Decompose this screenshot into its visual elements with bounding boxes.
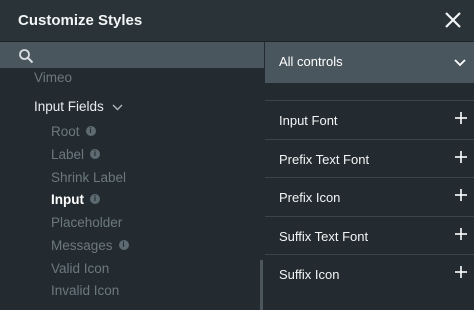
chevron-down-icon xyxy=(454,59,466,67)
info-icon[interactable]: i xyxy=(85,126,96,137)
tree-item-label: Root xyxy=(51,124,80,139)
info-icon[interactable]: i xyxy=(90,194,100,205)
chevron-down-icon xyxy=(112,104,123,111)
search-bar xyxy=(0,42,264,68)
style-row-label: Prefix Text Font xyxy=(279,152,370,167)
tree-item-label: Label xyxy=(51,147,85,162)
tree-item-label: Valid Icon xyxy=(51,261,110,276)
tree-item-valid-icon[interactable]: Valid Icon xyxy=(51,261,109,276)
plus-icon[interactable] xyxy=(454,111,468,125)
close-icon[interactable] xyxy=(442,9,464,31)
plus-icon[interactable] xyxy=(454,150,468,164)
tree-item-input-fields[interactable]: Input Fields xyxy=(34,99,123,114)
style-properties-list: Input Font Prefix Text Font Prefix Icon … xyxy=(265,83,474,310)
plus-icon[interactable] xyxy=(454,227,468,241)
tree-item-root[interactable]: Root i xyxy=(51,124,96,139)
tree-item-placeholder[interactable]: Placeholder xyxy=(51,215,122,230)
style-row-input-font[interactable]: Input Font xyxy=(265,100,474,138)
style-row-label: Input Font xyxy=(279,113,338,128)
search-input[interactable] xyxy=(40,44,259,66)
search-icon xyxy=(19,49,34,64)
info-icon[interactable]: i xyxy=(90,149,101,160)
tree-item-label: Messages xyxy=(51,238,113,253)
style-row-suffix-icon[interactable]: Suffix Icon xyxy=(265,254,474,292)
tree-item-label: Vimeo xyxy=(34,70,73,85)
tree-item-input[interactable]: Input i xyxy=(51,192,100,207)
tree-item-shrink-label[interactable]: Shrink Label xyxy=(51,170,126,185)
dialog-title: Customize Styles xyxy=(18,12,143,29)
style-row-suffix-text-font[interactable]: Suffix Text Font xyxy=(265,216,474,254)
dropdown-selected-value: All controls xyxy=(279,54,343,69)
style-row-label: Suffix Text Font xyxy=(279,229,369,244)
tree-item-label-style[interactable]: Label i xyxy=(51,147,101,162)
tree-item-label: Placeholder xyxy=(51,215,123,230)
tree-item-messages[interactable]: Messages i xyxy=(51,238,129,253)
tree-scrollbar[interactable] xyxy=(260,260,263,310)
dialog-header: Customize Styles xyxy=(0,0,474,42)
style-row-label: Suffix Icon xyxy=(279,267,340,282)
tree-item-label: Shrink Label xyxy=(51,170,127,185)
tree-item-label: Input Fields xyxy=(34,99,104,114)
tree-item-label: Input xyxy=(51,192,84,207)
style-tree: Vimeo Input Fields Root i Label i Shrink L… xyxy=(0,68,264,310)
controls-filter-dropdown[interactable]: All controls xyxy=(265,42,474,83)
style-row-label: Prefix Icon xyxy=(279,190,341,205)
plus-icon[interactable] xyxy=(454,188,468,202)
info-icon[interactable]: i xyxy=(118,240,129,251)
tree-item-label: Invalid Icon xyxy=(51,283,120,298)
plus-icon[interactable] xyxy=(454,265,468,279)
style-row-prefix-text-font[interactable]: Prefix Text Font xyxy=(265,139,474,177)
style-row-prefix-icon[interactable]: Prefix Icon xyxy=(265,177,474,215)
tree-item-invalid-icon[interactable]: Invalid Icon xyxy=(51,283,119,298)
tree-item-vimeo[interactable]: Vimeo xyxy=(34,70,72,85)
